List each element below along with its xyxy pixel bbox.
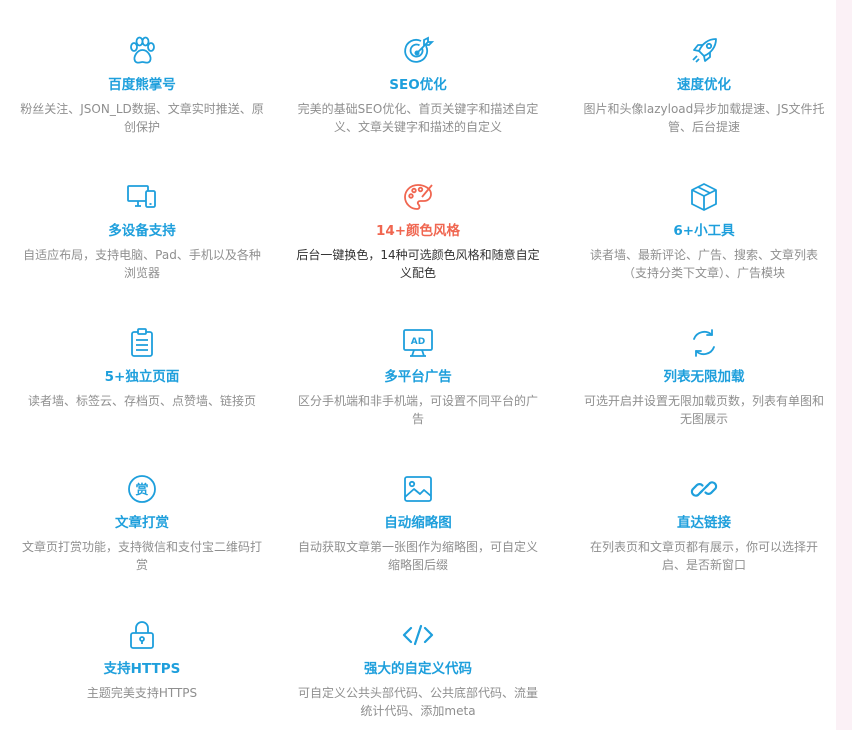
lock-icon: [125, 618, 159, 652]
feature-speed: 速度优化 图片和头像lazyload异步加载提速、JS文件托管、后台提速: [580, 34, 828, 136]
feature-desc: 粉丝关注、JSON_LD数据、文章实时推送、原创保护: [20, 102, 264, 134]
feature-desc: 完美的基础SEO优化、首页关键字和描述自定义、文章关键字和描述的自定义: [297, 102, 539, 134]
feature-desc: 读者墙、标签云、存档页、点赞墙、链接页: [27, 394, 256, 408]
code-icon: [401, 618, 435, 652]
feature-desc: 区分手机端和非手机端，可设置不同平台的广告: [297, 394, 538, 426]
ad-icon: AD: [401, 326, 435, 360]
feature-title: SEO优化: [389, 77, 447, 93]
feature-custom-code: 强大的自定义代码 可自定义公共头部代码、公共底部代码、流量统计代码、添加meta: [294, 618, 542, 720]
feature-desc: 文章页打赏功能，支持微信和支付宝二维码打赏: [21, 540, 262, 572]
feature-title: 多设备支持: [108, 223, 176, 239]
page-edge-strip: [836, 0, 852, 730]
svg-text:赏: 赏: [135, 482, 148, 498]
feature-desc: 可自定义公共头部代码、公共底部代码、流量统计代码、添加meta: [297, 686, 538, 718]
refresh-icon: [687, 326, 721, 360]
feature-widgets: 6+小工具 读者墙、最新评论、广告、搜索、文章列表（支持分类下文章）、广告模块: [580, 180, 828, 282]
image-icon: [401, 472, 435, 506]
link-icon: [687, 472, 721, 506]
feature-infinite-load: 列表无限加载 可选开启并设置无限加载页数，列表有单图和无图展示: [580, 326, 828, 428]
feature-desc: 主题完美支持HTTPS: [86, 686, 198, 700]
feature-https: 支持HTTPS 主题完美支持HTTPS: [18, 618, 266, 702]
feature-title: 百度熊掌号: [108, 77, 176, 93]
feature-title: 直达链接: [677, 515, 731, 531]
feature-baidu-xiongzhang: 百度熊掌号 粉丝关注、JSON_LD数据、文章实时推送、原创保护: [18, 34, 266, 136]
feature-grid: 百度熊掌号 粉丝关注、JSON_LD数据、文章实时推送、原创保护 SEO优化 完…: [0, 0, 836, 730]
feature-color-styles: 14+颜色风格 后台一键换色，14种可选颜色风格和随意自定义配色: [294, 180, 542, 282]
feature-desc: 读者墙、最新评论、广告、搜索、文章列表（支持分类下文章）、广告模块: [589, 248, 818, 280]
feature-desc: 后台一键换色，14种可选颜色风格和随意自定义配色: [296, 248, 540, 280]
feature-direct-link: 直达链接 在列表页和文章页都有展示，你可以选择开启、是否新窗口: [580, 472, 828, 574]
clipboard-icon: [125, 326, 159, 360]
rocket-icon: [687, 34, 721, 68]
devices-icon: [125, 180, 159, 214]
feature-multi-device: 多设备支持 自适应布局，支持电脑、Pad、手机以及各种浏览器: [18, 180, 266, 282]
feature-ads: AD 多平台广告 区分手机端和非手机端，可设置不同平台的广告: [294, 326, 542, 428]
paw-icon: [125, 34, 159, 68]
feature-desc: 可选开启并设置无限加载页数，列表有单图和无图展示: [583, 394, 824, 426]
target-icon: [401, 34, 435, 68]
cube-icon: [687, 180, 721, 214]
feature-title: 14+颜色风格: [375, 223, 461, 239]
feature-title: 支持HTTPS: [103, 661, 181, 677]
feature-title: 多平台广告: [384, 369, 452, 385]
feature-title: 强大的自定义代码: [364, 661, 472, 677]
palette-icon: [401, 180, 435, 214]
feature-desc: 图片和头像lazyload异步加载提速、JS文件托管、后台提速: [583, 102, 825, 134]
feature-title: 5+独立页面: [104, 369, 180, 385]
feature-pages: 5+独立页面 读者墙、标签云、存档页、点赞墙、链接页: [18, 326, 266, 410]
feature-desc: 自动获取文章第一张图作为缩略图，可自定义缩略图后缀: [297, 540, 538, 572]
feature-title: 文章打赏: [115, 515, 169, 531]
reward-icon: 赏: [125, 472, 159, 506]
feature-desc: 自适应布局，支持电脑、Pad、手机以及各种浏览器: [23, 248, 261, 280]
feature-thumbnail: 自动缩略图 自动获取文章第一张图作为缩略图，可自定义缩略图后缀: [294, 472, 542, 574]
feature-title: 列表无限加载: [663, 369, 745, 385]
feature-title: 速度优化: [677, 77, 731, 93]
svg-text:AD: AD: [411, 337, 425, 347]
feature-reward: 赏 文章打赏 文章页打赏功能，支持微信和支付宝二维码打赏: [18, 472, 266, 574]
feature-desc: 在列表页和文章页都有展示，你可以选择开启、是否新窗口: [589, 540, 818, 572]
feature-seo: SEO优化 完美的基础SEO优化、首页关键字和描述自定义、文章关键字和描述的自定…: [294, 34, 542, 136]
feature-title: 自动缩略图: [384, 515, 452, 531]
feature-title: 6+小工具: [673, 223, 735, 239]
